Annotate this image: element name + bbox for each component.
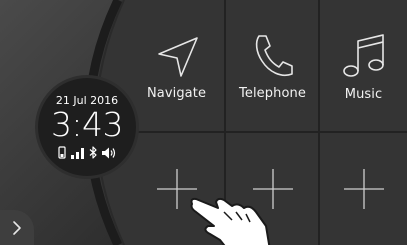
status-icons [38, 146, 136, 159]
time-label: 3:43 [50, 105, 124, 144]
tile-music[interactable]: Music [320, 0, 407, 132]
chevron-right-icon [13, 220, 21, 235]
music-note-icon [342, 33, 384, 77]
phone-battery-icon [58, 146, 66, 159]
telephone-handset-icon [255, 34, 293, 76]
tile-telephone[interactable]: Telephone [226, 0, 319, 132]
tile-add-3[interactable] [320, 133, 407, 245]
plus-icon [343, 169, 384, 209]
hand-pointer-icon [190, 197, 271, 245]
signal-strength-icon [71, 148, 84, 159]
tile-music-label: Music [344, 86, 383, 102]
navigation-arrow-icon [157, 36, 198, 77]
tile-navigate[interactable]: Navigate [128, 0, 225, 132]
tile-navigate-label: Navigate [146, 85, 207, 101]
bluetooth-icon [89, 146, 97, 159]
tile-telephone-label: Telephone [239, 85, 306, 101]
clock-widget[interactable]: 21 Jul 2016 3:43 [38, 78, 136, 176]
car-home-screen: Navigate Telephone Music 21 Jul 2016 3:4… [0, 0, 407, 245]
volume-icon [102, 147, 116, 159]
